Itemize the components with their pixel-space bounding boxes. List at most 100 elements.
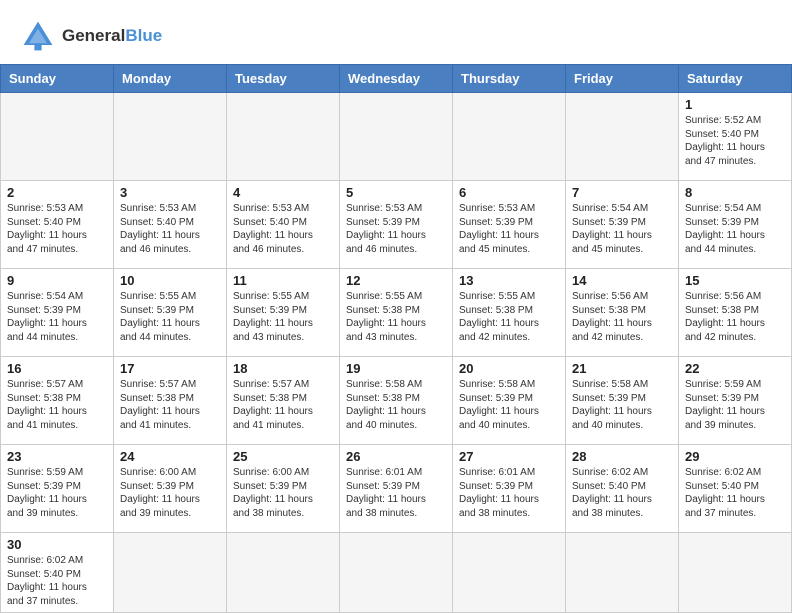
day-info: Sunrise: 6:00 AM Sunset: 5:39 PM Dayligh… xyxy=(233,466,333,520)
calendar-cell: 2 Sunrise: 5:53 AM Sunset: 5:40 PM Daylig… xyxy=(1,181,114,269)
calendar-cell xyxy=(340,533,453,613)
day-info: Sunrise: 5:55 AM Sunset: 5:38 PM Dayligh… xyxy=(346,290,446,344)
calendar-cell: 20Sunrise: 5:58 AM Sunset: 5:39 PM Dayli… xyxy=(453,357,566,445)
day-info: Sunrise: 5:55 AM Sunset: 5:38 PM Dayligh… xyxy=(459,290,559,344)
day-number: 26 xyxy=(346,449,446,464)
day-number: 3 xyxy=(120,185,220,200)
calendar-cell: 27 Sunrise: 6:01 AM Sunset: 5:39 PM Dayli… xyxy=(453,445,566,533)
calendar-cell: 7 Sunrise: 5:54 AM Sunset: 5:39 PM Daylig… xyxy=(566,181,679,269)
day-info: Sunrise: 5:58 AM Sunset: 5:39 PM Dayligh… xyxy=(459,378,559,432)
calendar-cell: 3 Sunrise: 5:53 AM Sunset: 5:40 PM Daylig… xyxy=(114,181,227,269)
day-info: Sunrise: 6:01 AM Sunset: 5:39 PM Dayligh… xyxy=(459,466,559,520)
calendar-cell xyxy=(1,93,114,181)
day-info: Sunrise: 5:53 AM Sunset: 5:40 PM Dayligh… xyxy=(7,202,107,256)
calendar-cell: 21Sunrise: 5:58 AM Sunset: 5:39 PM Dayli… xyxy=(566,357,679,445)
day-number: 30 xyxy=(7,537,107,552)
calendar-cell: 24 Sunrise: 6:00 AM Sunset: 5:39 PM Dayli… xyxy=(114,445,227,533)
weekday-header: Sunday xyxy=(1,65,114,93)
calendar-week-row: 9 Sunrise: 5:54 AM Sunset: 5:39 PM Daylig… xyxy=(1,269,792,357)
calendar-cell: 14 Sunrise: 5:56 AM Sunset: 5:38 PM Dayli… xyxy=(566,269,679,357)
calendar-cell xyxy=(114,533,227,613)
calendar-cell xyxy=(114,93,227,181)
day-number: 6 xyxy=(459,185,559,200)
day-number: 25 xyxy=(233,449,333,464)
day-info: Sunrise: 5:53 AM Sunset: 5:39 PM Dayligh… xyxy=(346,202,446,256)
calendar-cell: 28 Sunrise: 6:02 AM Sunset: 5:40 PM Dayli… xyxy=(566,445,679,533)
day-number: 9 xyxy=(7,273,107,288)
day-info: Sunrise: 5:56 AM Sunset: 5:38 PM Dayligh… xyxy=(685,290,785,344)
calendar-week-row: 23Sunrise: 5:59 AM Sunset: 5:39 PM Dayli… xyxy=(1,445,792,533)
day-info: Sunrise: 6:02 AM Sunset: 5:40 PM Dayligh… xyxy=(7,554,107,608)
calendar-cell: 30 Sunrise: 6:02 AM Sunset: 5:40 PM Dayli… xyxy=(1,533,114,613)
day-info: Sunrise: 5:53 AM Sunset: 5:40 PM Dayligh… xyxy=(233,202,333,256)
logo-text: GeneralBlue xyxy=(62,26,162,46)
day-number: 8 xyxy=(685,185,785,200)
day-info: Sunrise: 6:02 AM Sunset: 5:40 PM Dayligh… xyxy=(685,466,785,520)
weekday-header: Friday xyxy=(566,65,679,93)
day-info: Sunrise: 6:00 AM Sunset: 5:39 PM Dayligh… xyxy=(120,466,220,520)
day-number: 14 xyxy=(572,273,672,288)
calendar-cell: 17 Sunrise: 5:57 AM Sunset: 5:38 PM Dayli… xyxy=(114,357,227,445)
day-number: 18 xyxy=(233,361,333,376)
day-number: 16 xyxy=(7,361,107,376)
calendar-week-row: 2 Sunrise: 5:53 AM Sunset: 5:40 PM Daylig… xyxy=(1,181,792,269)
day-number: 24 xyxy=(120,449,220,464)
calendar-cell: 26 Sunrise: 6:01 AM Sunset: 5:39 PM Dayli… xyxy=(340,445,453,533)
calendar-cell: 6 Sunrise: 5:53 AM Sunset: 5:39 PM Daylig… xyxy=(453,181,566,269)
weekday-header: Wednesday xyxy=(340,65,453,93)
calendar-cell: 10Sunrise: 5:55 AM Sunset: 5:39 PM Dayli… xyxy=(114,269,227,357)
day-number: 4 xyxy=(233,185,333,200)
day-number: 22 xyxy=(685,361,785,376)
day-number: 27 xyxy=(459,449,559,464)
day-number: 19 xyxy=(346,361,446,376)
calendar-cell: 15 Sunrise: 5:56 AM Sunset: 5:38 PM Dayli… xyxy=(679,269,792,357)
calendar-week-row: 16 Sunrise: 5:57 AM Sunset: 5:38 PM Dayli… xyxy=(1,357,792,445)
day-info: Sunrise: 5:54 AM Sunset: 5:39 PM Dayligh… xyxy=(7,290,107,344)
day-number: 15 xyxy=(685,273,785,288)
day-info: Sunrise: 5:54 AM Sunset: 5:39 PM Dayligh… xyxy=(572,202,672,256)
day-info: Sunrise: 5:59 AM Sunset: 5:39 PM Dayligh… xyxy=(685,378,785,432)
day-info: Sunrise: 5:58 AM Sunset: 5:38 PM Dayligh… xyxy=(346,378,446,432)
day-number: 2 xyxy=(7,185,107,200)
calendar-cell: 8 Sunrise: 5:54 AM Sunset: 5:39 PM Daylig… xyxy=(679,181,792,269)
page: GeneralBlue SundayMondayTuesdayWednesday… xyxy=(0,0,792,613)
day-number: 11 xyxy=(233,273,333,288)
header: GeneralBlue xyxy=(0,0,792,64)
day-number: 7 xyxy=(572,185,672,200)
day-info: Sunrise: 5:53 AM Sunset: 5:39 PM Dayligh… xyxy=(459,202,559,256)
day-number: 13 xyxy=(459,273,559,288)
day-number: 12 xyxy=(346,273,446,288)
calendar-cell: 16 Sunrise: 5:57 AM Sunset: 5:38 PM Dayli… xyxy=(1,357,114,445)
day-number: 28 xyxy=(572,449,672,464)
calendar-cell: 19 Sunrise: 5:58 AM Sunset: 5:38 PM Dayli… xyxy=(340,357,453,445)
day-info: Sunrise: 5:57 AM Sunset: 5:38 PM Dayligh… xyxy=(7,378,107,432)
calendar-cell: 12 Sunrise: 5:55 AM Sunset: 5:38 PM Dayli… xyxy=(340,269,453,357)
day-info: Sunrise: 6:02 AM Sunset: 5:40 PM Dayligh… xyxy=(572,466,672,520)
calendar-week-row: 1Sunrise: 5:52 AM Sunset: 5:40 PM Daylig… xyxy=(1,93,792,181)
weekday-header: Saturday xyxy=(679,65,792,93)
calendar-cell: 25 Sunrise: 6:00 AM Sunset: 5:39 PM Dayli… xyxy=(227,445,340,533)
weekday-header: Thursday xyxy=(453,65,566,93)
day-info: Sunrise: 5:59 AM Sunset: 5:39 PM Dayligh… xyxy=(7,466,107,520)
calendar-header-row: SundayMondayTuesdayWednesdayThursdayFrid… xyxy=(1,65,792,93)
day-info: Sunrise: 5:54 AM Sunset: 5:39 PM Dayligh… xyxy=(685,202,785,256)
calendar-cell: 23Sunrise: 5:59 AM Sunset: 5:39 PM Dayli… xyxy=(1,445,114,533)
day-info: Sunrise: 5:58 AM Sunset: 5:39 PM Dayligh… xyxy=(572,378,672,432)
weekday-header: Tuesday xyxy=(227,65,340,93)
calendar-cell: 18Sunrise: 5:57 AM Sunset: 5:38 PM Dayli… xyxy=(227,357,340,445)
calendar-cell xyxy=(566,533,679,613)
day-info: Sunrise: 6:01 AM Sunset: 5:39 PM Dayligh… xyxy=(346,466,446,520)
calendar-cell xyxy=(679,533,792,613)
calendar-cell: 4 Sunrise: 5:53 AM Sunset: 5:40 PM Daylig… xyxy=(227,181,340,269)
calendar-cell xyxy=(227,93,340,181)
day-info: Sunrise: 5:53 AM Sunset: 5:40 PM Dayligh… xyxy=(120,202,220,256)
calendar-cell: 5Sunrise: 5:53 AM Sunset: 5:39 PM Daylig… xyxy=(340,181,453,269)
day-info: Sunrise: 5:56 AM Sunset: 5:38 PM Dayligh… xyxy=(572,290,672,344)
calendar-cell: 22 Sunrise: 5:59 AM Sunset: 5:39 PM Dayli… xyxy=(679,357,792,445)
calendar-cell xyxy=(340,93,453,181)
day-number: 17 xyxy=(120,361,220,376)
day-number: 10 xyxy=(120,273,220,288)
calendar-cell xyxy=(566,93,679,181)
calendar-cell: 9 Sunrise: 5:54 AM Sunset: 5:39 PM Daylig… xyxy=(1,269,114,357)
day-info: Sunrise: 5:57 AM Sunset: 5:38 PM Dayligh… xyxy=(120,378,220,432)
